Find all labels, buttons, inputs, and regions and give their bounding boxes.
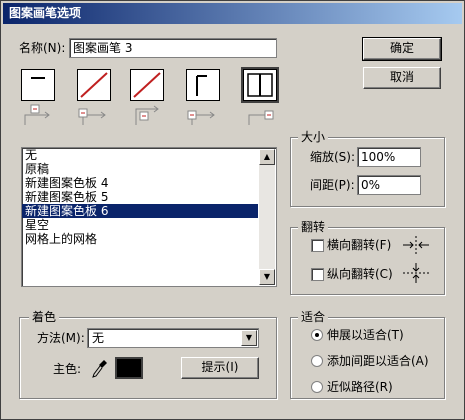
side-tile-icon <box>31 77 45 79</box>
inner-corner-diagram-icon <box>135 105 159 125</box>
chevron-down-icon[interactable]: ▼ <box>241 330 257 346</box>
end-tile-diagram-icon <box>248 110 274 125</box>
tips-button[interactable]: 提示(I) <box>181 357 259 379</box>
side-tile-diagram-icon <box>24 104 50 125</box>
fit-option-label[interactable]: 伸展以适合(T) <box>327 327 404 343</box>
spacing-label: 间距(P): <box>310 178 355 192</box>
method-label: 方法(M): <box>37 331 85 345</box>
start-tile-icon <box>196 75 207 96</box>
size-group-title: 大小 <box>298 130 329 144</box>
flip-vertical-icon <box>403 263 429 283</box>
list-scrollbar[interactable]: ▲ ▼ <box>259 149 275 285</box>
list-item[interactable]: 新建图案色板 6 <box>22 204 258 218</box>
name-label: 名称(N): <box>19 41 66 55</box>
fit-option-label[interactable]: 添加间距以适合(A) <box>327 353 429 369</box>
fit-option-radio[interactable] <box>311 381 323 393</box>
key-color-label: 主色: <box>53 362 82 376</box>
fit-option-radio[interactable] <box>311 355 323 367</box>
list-item[interactable]: 原稿 <box>22 162 276 176</box>
scroll-up-icon[interactable]: ▲ <box>259 149 275 165</box>
pattern-brush-options-dialog: 图案画笔选项 名称(N): 图案画笔 3 确定 取消 无 原稿 新建图案色板 4… <box>0 0 465 420</box>
outer-corner-tile[interactable] <box>77 69 111 101</box>
list-item[interactable]: 新建图案色板 5 <box>22 190 276 204</box>
cancel-button[interactable]: 取消 <box>363 67 441 89</box>
fit-group-title: 适合 <box>298 310 329 324</box>
outer-corner-diagram-icon <box>78 108 106 125</box>
colorization-group-title: 着色 <box>29 310 60 324</box>
key-color-swatch[interactable] <box>115 357 143 379</box>
pattern-swatch-list[interactable]: 无原稿 新建图案色板 4 新建图案色板 5 新建图案色板 6 星空 网格上的网格 ▲ ▼ <box>21 147 277 287</box>
list-item[interactable]: 网格上的网格 <box>22 232 276 246</box>
flip-horizontal-label[interactable]: 横向翻转(F) <box>327 237 391 253</box>
pattern-list-items: 无原稿 新建图案色板 4 新建图案色板 5 新建图案色板 6 星空 网格上的网格 <box>22 148 276 246</box>
end-tile[interactable] <box>243 69 277 101</box>
method-value: 无 <box>92 331 105 345</box>
title-bar: 图案画笔选项 <box>3 3 462 24</box>
outer-corner-tile-icon <box>80 72 108 98</box>
scale-input[interactable]: 100% <box>357 147 421 167</box>
radio-selected-dot <box>315 333 319 337</box>
list-item[interactable]: 星空 <box>22 218 276 232</box>
scale-label: 缩放(S): <box>310 150 356 164</box>
window-title: 图案画笔选项 <box>9 6 82 20</box>
inner-corner-tile[interactable] <box>130 69 164 101</box>
list-item[interactable]: 新建图案色板 4 <box>22 176 276 190</box>
flip-group-title: 翻转 <box>298 220 329 234</box>
flip-horizontal-checkbox[interactable] <box>311 239 324 252</box>
flip-vertical-checkbox[interactable] <box>311 268 324 281</box>
inner-corner-tile-icon <box>133 72 161 98</box>
fit-option-radio[interactable] <box>311 329 323 341</box>
flip-horizontal-icon <box>403 236 429 254</box>
method-select[interactable]: 无 ▼ <box>87 328 259 348</box>
spacing-input[interactable]: 0% <box>357 175 421 195</box>
ok-button[interactable]: 确定 <box>362 37 442 61</box>
scroll-down-icon[interactable]: ▼ <box>259 269 275 285</box>
flip-vertical-label[interactable]: 纵向翻转(C) <box>327 266 393 282</box>
list-item[interactable]: 无 <box>22 148 276 162</box>
eyedropper-icon[interactable] <box>92 358 108 378</box>
side-tile[interactable] <box>21 69 55 101</box>
end-tile-icon <box>247 73 273 97</box>
start-tile[interactable] <box>186 69 220 101</box>
fit-option-label[interactable]: 近似路径(R) <box>327 379 393 395</box>
name-input[interactable]: 图案画笔 3 <box>69 38 277 58</box>
start-tile-diagram-icon <box>187 110 215 125</box>
